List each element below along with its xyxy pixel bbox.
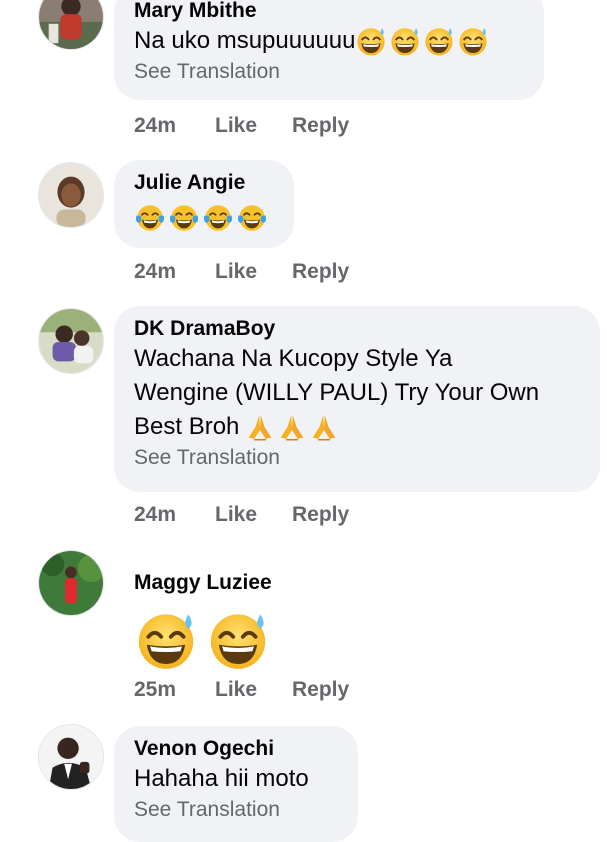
tears-of-joy-face-emoji-icon — [134, 202, 166, 234]
reply-button[interactable]: Reply — [292, 114, 349, 138]
grinning-sweat-face-emoji-icon — [423, 25, 455, 57]
comment-text: Hahaha hii moto — [134, 765, 309, 792]
avatar-photo-icon — [39, 551, 103, 615]
comment-time[interactable]: 24m — [134, 260, 215, 284]
comment-text-line: Best Broh — [134, 413, 240, 440]
comment-text-content: Na uko msupuuuuuu — [134, 27, 356, 54]
see-translation-link[interactable]: See Translation — [134, 444, 580, 472]
folded-hands-emoji-icon — [309, 412, 339, 442]
grinning-sweat-face-emoji-icon — [389, 25, 421, 57]
comment-meta: 24m Like Reply — [134, 503, 349, 527]
comment-bubble[interactable]: Venon Ogechi Hahaha hii moto See Transla… — [114, 726, 358, 842]
emoji-group — [134, 202, 274, 234]
avatar-photo-icon — [39, 725, 103, 789]
commenter-name[interactable]: Maggy Luziee — [134, 570, 294, 596]
comment-text-line: Wachana Na Kucopy Style Ya — [134, 345, 453, 372]
tears-of-joy-face-emoji-icon — [168, 202, 200, 234]
avatar[interactable] — [38, 308, 104, 374]
commenter-name[interactable]: DK DramaBoy — [134, 316, 580, 342]
emoji-group — [355, 25, 489, 57]
avatar-photo-icon — [39, 0, 103, 49]
comment-text-line: Wengine (WILLY PAUL) Try Your Own — [134, 379, 540, 406]
grinning-sweat-face-emoji-icon — [206, 608, 270, 672]
like-button[interactable]: Like — [215, 503, 292, 527]
reply-button[interactable]: Reply — [292, 678, 349, 702]
folded-hands-emoji-icon — [277, 412, 307, 442]
avatar-photo-icon — [39, 163, 103, 227]
emoji-group — [134, 608, 294, 672]
comment-text: Best Broh — [134, 410, 580, 444]
avatar-photo-icon — [39, 309, 103, 373]
grinning-sweat-face-emoji-icon — [457, 25, 489, 57]
comment-meta: 24m Like Reply — [134, 114, 349, 138]
tears-of-joy-face-emoji-icon — [236, 202, 268, 234]
like-button[interactable]: Like — [215, 114, 292, 138]
comment-bubble: Maggy Luziee — [114, 560, 314, 670]
reply-button[interactable]: Reply — [292, 260, 349, 284]
comment-time[interactable]: 24m — [134, 503, 215, 527]
comment-text: Na uko msupuuuuuu — [134, 24, 524, 58]
like-button[interactable]: Like — [215, 260, 292, 284]
grinning-sweat-face-emoji-icon — [134, 608, 198, 672]
tears-of-joy-face-emoji-icon — [202, 202, 234, 234]
avatar[interactable] — [38, 0, 104, 50]
commenter-name[interactable]: Venon Ogechi — [134, 736, 338, 762]
grinning-sweat-face-emoji-icon — [355, 25, 387, 57]
like-button[interactable]: Like — [215, 678, 292, 702]
comment-bubble[interactable]: Julie Angie — [114, 160, 294, 248]
folded-hands-emoji-icon — [245, 412, 275, 442]
comment-time[interactable]: 25m — [134, 678, 215, 702]
comment-meta: 25m Like Reply — [134, 678, 349, 702]
emoji-group — [245, 412, 339, 442]
avatar[interactable] — [38, 162, 104, 228]
commenter-name[interactable]: Julie Angie — [134, 170, 274, 196]
comment-bubble[interactable]: Mary Mbithe Na uko msupuuuuuu See Transl… — [114, 0, 544, 100]
commenter-name[interactable]: Mary Mbithe — [134, 0, 524, 24]
avatar[interactable] — [38, 550, 104, 616]
reply-button[interactable]: Reply — [292, 503, 349, 527]
see-translation-link[interactable]: See Translation — [134, 58, 524, 86]
comment-bubble[interactable]: DK DramaBoy Wachana Na Kucopy Style Ya W… — [114, 306, 600, 492]
comment-time[interactable]: 24m — [134, 114, 215, 138]
avatar[interactable] — [38, 724, 104, 790]
comment-meta: 24m Like Reply — [134, 260, 349, 284]
see-translation-link[interactable]: See Translation — [134, 796, 338, 824]
